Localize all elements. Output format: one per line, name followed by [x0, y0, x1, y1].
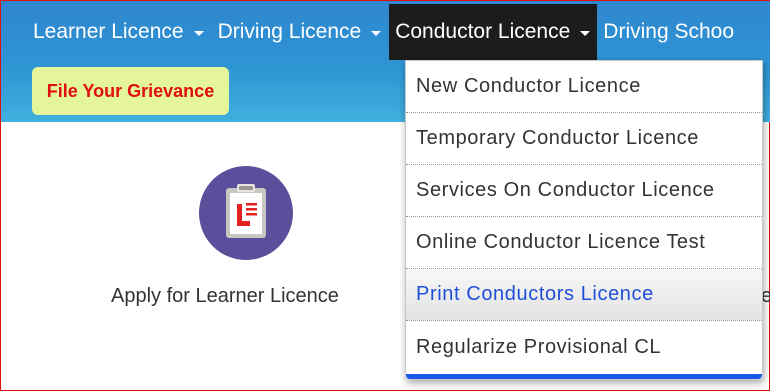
file-grievance-label: File Your Grievance [46, 80, 215, 101]
nav-learner-licence[interactable]: Learner Licence [1, 4, 212, 60]
conductor-licence-dropdown: New Conductor Licence Temporary Conducto… [405, 60, 763, 380]
nav-conductor-licence[interactable]: Conductor Licence [389, 4, 598, 60]
menu-item-online-conductor-licence-test[interactable]: Online Conductor Licence Test [406, 217, 762, 269]
nav-learner-licence-label: Learner Licence [33, 20, 184, 43]
nav-driving-school[interactable]: Driving Schoo [597, 4, 742, 60]
menu-item-services-on-conductor-licence[interactable]: Services On Conductor Licence [406, 165, 762, 217]
caret-down-icon [580, 31, 591, 36]
dropdown-bottom-accent [406, 374, 762, 379]
file-grievance-button[interactable]: File Your Grievance [32, 67, 229, 115]
nav-conductor-licence-label: Conductor Licence [395, 20, 571, 43]
nav-driving-licence-label: Driving Licence [217, 20, 362, 43]
menu-item-regularize-provisional-cl[interactable]: Regularize Provisional CL [406, 321, 762, 373]
menu-item-new-conductor-licence[interactable]: New Conductor Licence [406, 61, 762, 113]
clipboard-l-icon [226, 184, 266, 238]
caret-down-icon [193, 31, 204, 36]
nav-driving-school-label: Driving Schoo [603, 20, 735, 43]
main-nav: Learner Licence Driving Licence Conducto… [1, 4, 742, 60]
apply-learner-licence-link[interactable]: Apply for Learner Licence [111, 285, 339, 308]
nav-driving-licence[interactable]: Driving Licence [212, 4, 390, 60]
menu-item-print-conductors-licence[interactable]: Print Conductors Licence [406, 269, 762, 321]
caret-down-icon [371, 31, 382, 36]
learner-licence-icon[interactable] [199, 166, 293, 260]
menu-item-temporary-conductor-licence[interactable]: Temporary Conductor Licence [406, 113, 762, 165]
